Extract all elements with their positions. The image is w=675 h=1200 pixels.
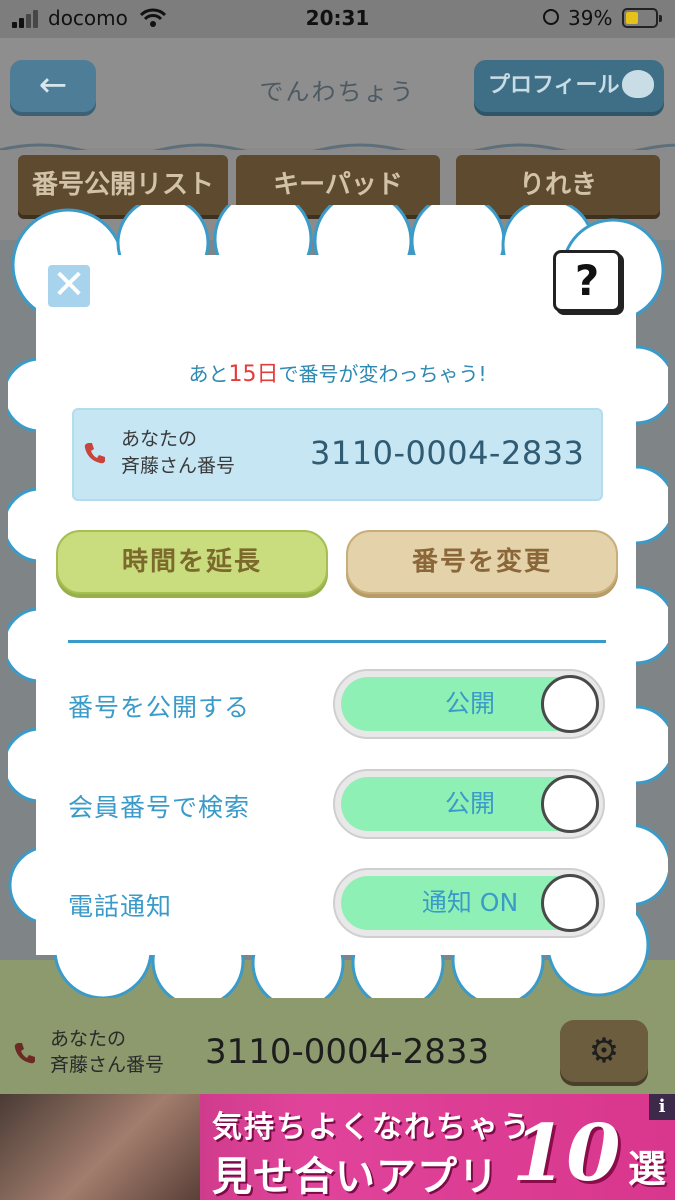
ad-image xyxy=(0,1094,200,1200)
rotation-lock-icon xyxy=(543,9,559,25)
toggle-knob[interactable] xyxy=(541,874,599,932)
bottom-number-label-line1: あなたの xyxy=(50,1028,127,1050)
help-icon: ? xyxy=(574,256,600,305)
number-label-line1: あなたの xyxy=(121,428,198,450)
toggle-member-search[interactable]: 公開 xyxy=(333,769,605,839)
expiry-suffix: で番号が変わっちゃう! xyxy=(278,362,487,386)
tab-keypad-label: キーパッド xyxy=(273,170,403,200)
expiry-notice: あと15日で番号が変わっちゃう! xyxy=(0,356,675,388)
bottom-number-label: あなたの 斉藤さん番号 xyxy=(50,1026,164,1078)
ad-banner[interactable]: 気持ちよくなれちゃう 見せ合いアプリ 10 選 i xyxy=(0,1094,675,1200)
close-button[interactable]: ✕ xyxy=(48,265,90,307)
profile-button[interactable]: プロフィール xyxy=(474,60,664,112)
cat-icon xyxy=(622,70,654,98)
phone-icon xyxy=(14,1043,36,1064)
battery-percentage: 39% xyxy=(568,6,613,30)
close-icon: ✕ xyxy=(52,262,86,308)
change-number-button[interactable]: 番号を変更 xyxy=(346,530,618,594)
ad-subheadline: 見せ合いアプリ xyxy=(212,1154,499,1200)
battery-icon xyxy=(622,8,662,28)
ad-number: 10 xyxy=(512,1108,621,1199)
status-bar: docomo 20:31 39% xyxy=(0,0,675,38)
toggle-knob[interactable] xyxy=(541,775,599,833)
toggle-knob[interactable] xyxy=(541,675,599,733)
ad-info-icon[interactable]: i xyxy=(649,1094,675,1120)
tab-history-label: りれき xyxy=(518,170,597,200)
tab-public-list-label: 番号公開リスト xyxy=(31,170,214,200)
divider xyxy=(68,640,606,643)
bottom-phone-number: 3110-0004-2833 xyxy=(205,1032,490,1072)
extend-time-button[interactable]: 時間を延長 xyxy=(56,530,328,594)
settings-button[interactable]: ⚙ xyxy=(560,1020,648,1082)
setting-label-call-notification: 電話通知 xyxy=(68,892,173,921)
expiry-prefix: あと xyxy=(188,362,229,386)
toggle-call-notification[interactable]: 通知 ON xyxy=(333,868,605,938)
ad-number-suffix: 選 xyxy=(628,1147,667,1191)
help-button[interactable]: ? xyxy=(553,250,621,312)
expiry-days: 15日 xyxy=(228,362,279,387)
number-label: あなたの 斉藤さん番号 xyxy=(121,426,235,480)
profile-button-label: プロフィール xyxy=(488,73,620,98)
number-label-line2: 斉藤さん番号 xyxy=(121,455,236,477)
gear-icon: ⚙ xyxy=(588,1031,620,1071)
ad-headline: 気持ちよくなれちゃう xyxy=(212,1110,532,1145)
phone-icon xyxy=(84,443,105,464)
setting-label-member-search: 会員番号で検索 xyxy=(68,793,251,822)
setting-label-publish: 番号を公開する xyxy=(68,693,251,722)
bottom-number-label-line2: 斉藤さん番号 xyxy=(50,1054,165,1076)
toggle-publish-number[interactable]: 公開 xyxy=(333,669,605,739)
phone-number: 3110-0004-2833 xyxy=(310,434,585,472)
